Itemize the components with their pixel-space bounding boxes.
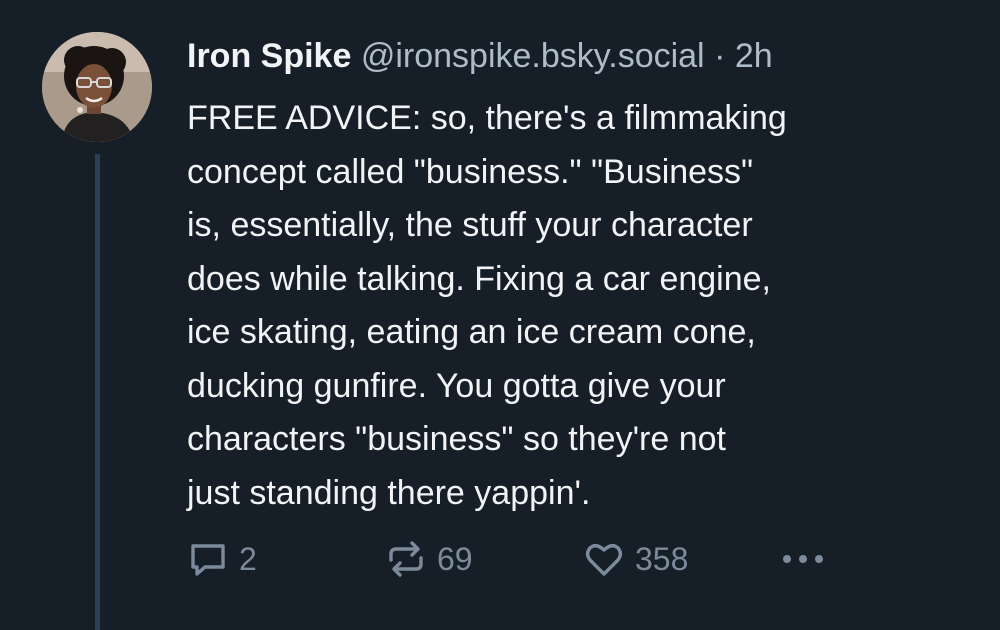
author-handle[interactable]: @ironspike.bsky.social (361, 37, 705, 75)
post-header: Iron Spike @ironspike.bsky.social · 2h (187, 34, 773, 78)
avatar[interactable] (42, 32, 152, 142)
post-actions: 2 69 358 (187, 534, 907, 584)
post: Iron Spike @ironspike.bsky.social · 2h F… (0, 0, 1000, 630)
speech-bubble-icon (191, 544, 225, 576)
author-name[interactable]: Iron Spike (187, 37, 351, 75)
more-options-button[interactable] (779, 534, 827, 584)
heart-icon (585, 544, 623, 576)
ellipsis-icon (783, 555, 823, 563)
reply-count: 2 (239, 540, 257, 577)
reply-button[interactable]: 2 (187, 534, 257, 584)
thread-line (95, 154, 100, 630)
repost-count: 69 (437, 540, 473, 577)
repost-arrows-icon (389, 541, 423, 577)
repost-button[interactable]: 69 (385, 534, 473, 584)
like-count: 358 (635, 540, 689, 577)
like-button[interactable]: 358 (583, 534, 688, 584)
header-separator: · (714, 37, 726, 75)
post-timestamp[interactable]: 2h (735, 37, 773, 75)
post-text: FREE ADVICE: so, there's a filmmaking co… (187, 99, 787, 512)
avatar-photo (42, 32, 152, 142)
